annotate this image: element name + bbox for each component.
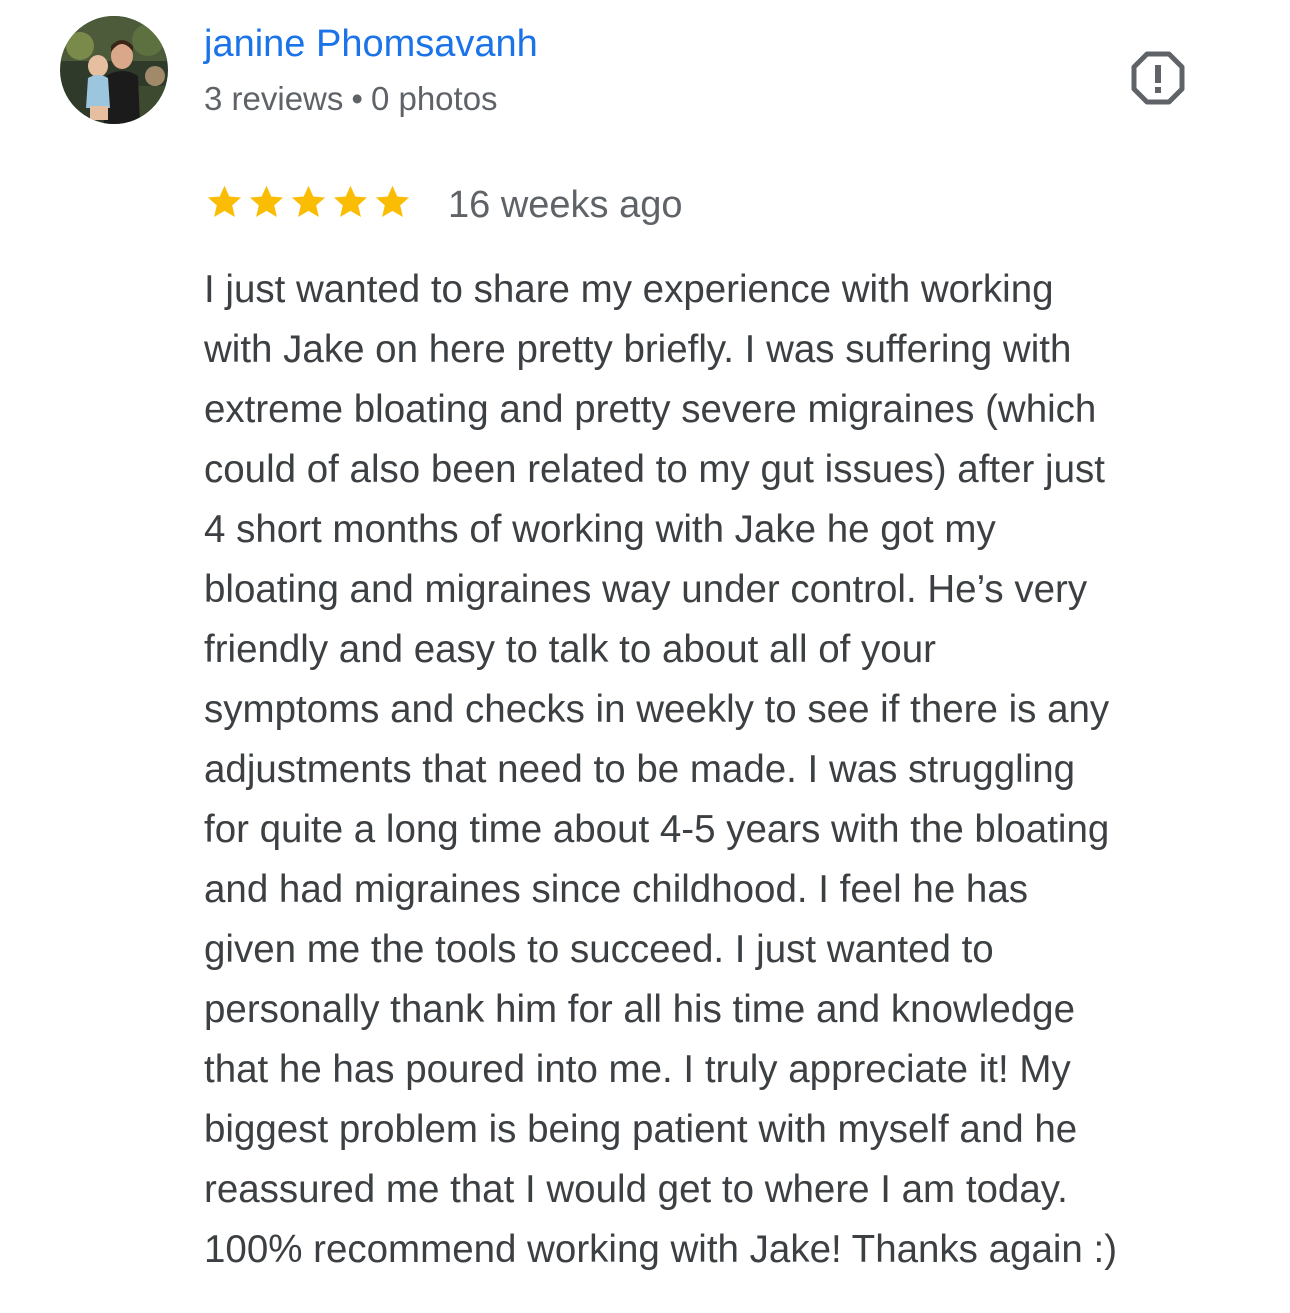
review-text-line: could of also been related to my gut iss… xyxy=(204,448,1105,491)
review-text: I just wanted to share my experience wit… xyxy=(204,260,1244,1280)
review-text-line: reassured me that I would get to where I… xyxy=(204,1168,1068,1211)
star-shape xyxy=(207,185,242,218)
user-photo-avatar-icon xyxy=(60,16,168,124)
reviewer-avatar[interactable] xyxy=(60,16,168,124)
review-text-line: that he has poured into me. I truly appr… xyxy=(204,1048,1071,1091)
review-text-line: with Jake on here pretty briefly. I was … xyxy=(204,328,1072,371)
review-text-line: adjustments that need to be made. I was … xyxy=(204,748,1076,791)
star-icon xyxy=(204,181,245,225)
review-text-line: 100% recommend working with Jake! Thanks… xyxy=(204,1228,1118,1271)
star-icon xyxy=(330,181,371,225)
review-text-line: given me the tools to succeed. I just wa… xyxy=(204,928,994,971)
review-text-line: personally thank him for all his time an… xyxy=(204,988,1075,1031)
review-text-line: 4 short months of working with Jake he g… xyxy=(204,508,996,551)
star-icon xyxy=(288,181,329,225)
review-text-line: biggest problem is being patient with my… xyxy=(204,1108,1078,1151)
star-shape xyxy=(333,185,368,218)
review-time: 16 weeks ago xyxy=(448,184,683,226)
review-text-line: friendly and easy to talk to about all o… xyxy=(204,628,936,671)
review-text-line: for quite a long time about 4-5 years wi… xyxy=(204,808,1110,851)
review-text-line: I just wanted to share my experience wit… xyxy=(204,268,1054,311)
photo-count: 0 photos xyxy=(370,80,498,117)
review-text-line: extreme bloating and pretty severe migra… xyxy=(204,388,1097,431)
star-icon xyxy=(246,181,287,225)
reviewer-meta: 3 reviews • 0 photos xyxy=(204,77,498,121)
star-shape xyxy=(375,185,410,218)
review-text-line: symptoms and checks in weekly to see if … xyxy=(204,688,1110,731)
meta-separator: • xyxy=(351,80,363,117)
review-text-line: and had migraines since childhood. I fee… xyxy=(204,868,1029,911)
report-review-button[interactable] xyxy=(1128,48,1188,108)
review-text-line: bloating and migraines way under control… xyxy=(204,568,1088,611)
star-shape xyxy=(291,185,326,218)
review-count: 3 reviews xyxy=(204,80,344,117)
reviewer-name[interactable]: janine Phomsavanh xyxy=(204,20,538,68)
star-icon xyxy=(372,181,413,225)
star-shape xyxy=(249,185,284,218)
report-octagon-exclamation-icon xyxy=(1131,51,1185,105)
star-rating xyxy=(204,181,413,225)
